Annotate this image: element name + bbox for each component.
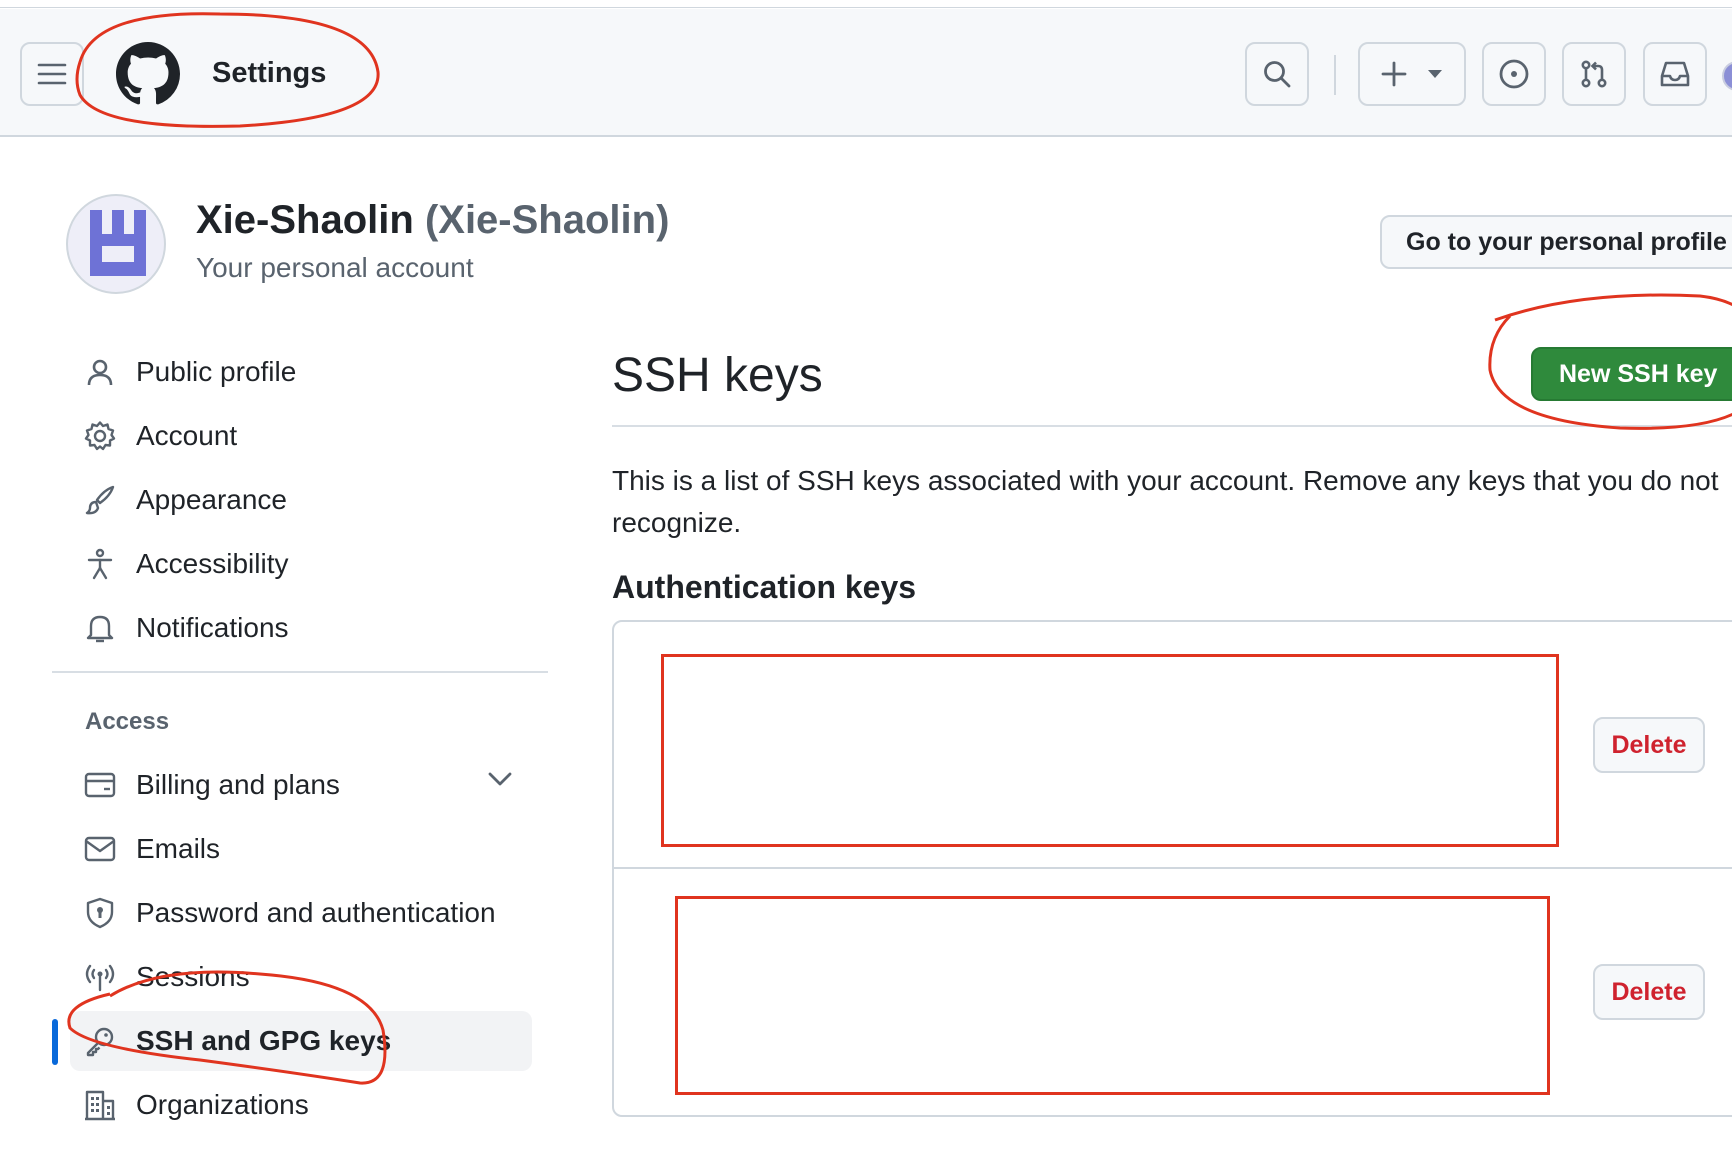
search-button[interactable] bbox=[1245, 42, 1309, 106]
organization-icon bbox=[82, 1087, 118, 1123]
git-pull-request-icon bbox=[1581, 60, 1607, 88]
pull-requests-button[interactable] bbox=[1562, 42, 1626, 106]
inbox-button[interactable] bbox=[1643, 42, 1707, 106]
sidebar-item-accessibility[interactable]: Accessibility bbox=[70, 534, 532, 594]
sidebar-item-label: Sessions bbox=[136, 961, 250, 992]
issues-button[interactable] bbox=[1482, 42, 1546, 106]
sidebar-item-label: Accessibility bbox=[136, 548, 289, 579]
sidebar-item-notifications[interactable]: Notifications bbox=[70, 598, 532, 658]
header-avatar[interactable] bbox=[1722, 61, 1732, 91]
person-icon bbox=[82, 354, 118, 390]
sidebar-item-label: Public profile bbox=[136, 356, 297, 387]
delete-key-button[interactable]: Delete bbox=[1593, 717, 1705, 773]
mail-icon bbox=[82, 831, 118, 867]
sidebar-item-organizations[interactable]: Organizations bbox=[70, 1075, 532, 1135]
key-icon bbox=[82, 1023, 118, 1059]
open-menu-button[interactable] bbox=[20, 42, 84, 106]
redacted-key-details bbox=[675, 896, 1550, 1095]
sidebar-item-label: Billing and plans bbox=[136, 769, 340, 800]
bell-icon bbox=[82, 610, 118, 646]
active-indicator bbox=[52, 1019, 58, 1065]
user-display-name[interactable]: Xie-Shaolin (Xie-Shaolin) bbox=[196, 198, 669, 243]
issue-opened-icon bbox=[1499, 59, 1529, 89]
sidebar-item-label: Notifications bbox=[136, 612, 289, 643]
hamburger-menu-icon bbox=[37, 63, 67, 85]
chevron-down-icon[interactable] bbox=[486, 770, 514, 788]
delete-key-button[interactable]: Delete bbox=[1593, 964, 1705, 1020]
paintbrush-icon bbox=[82, 482, 118, 518]
plus-icon bbox=[1381, 61, 1407, 87]
inbox-icon bbox=[1660, 61, 1690, 87]
sidebar-item-ssh-and-gpg-keys[interactable]: SSH and GPG keys bbox=[70, 1011, 532, 1071]
global-header: Settings bbox=[0, 9, 1732, 137]
sidebar-item-public-profile[interactable]: Public profile bbox=[70, 342, 532, 402]
identicon-icon bbox=[90, 210, 146, 276]
title-divider bbox=[612, 425, 1732, 427]
user-name-text: Xie-Shaolin bbox=[196, 198, 414, 242]
sidebar-item-label: Appearance bbox=[136, 484, 288, 515]
window-top-edge bbox=[0, 0, 1732, 8]
shield-lock-icon bbox=[82, 895, 118, 931]
sidebar-item-label: Account bbox=[136, 420, 238, 451]
sidebar-item-sessions[interactable]: Sessions bbox=[70, 947, 532, 1007]
sidebar-item-billing[interactable]: Billing and plans bbox=[70, 755, 532, 815]
sidebar-item-label: Organizations bbox=[136, 1089, 309, 1120]
sidebar-item-account[interactable]: Account bbox=[70, 406, 532, 466]
broadcast-icon bbox=[82, 959, 118, 995]
gear-icon bbox=[82, 418, 118, 454]
sidebar-item-label: Emails bbox=[136, 833, 221, 864]
page-title: SSH keys bbox=[612, 349, 823, 402]
sidebar-item-appearance[interactable]: Appearance bbox=[70, 470, 532, 530]
header-divider bbox=[1334, 55, 1336, 95]
go-to-profile-button[interactable]: Go to your personal profile bbox=[1380, 215, 1732, 269]
user-avatar[interactable] bbox=[66, 194, 166, 294]
key-row-divider bbox=[614, 867, 1732, 869]
user-login-text: (Xie-Shaolin) bbox=[424, 198, 670, 242]
github-logo-icon[interactable] bbox=[116, 42, 180, 106]
account-type-label: Your personal account bbox=[196, 252, 474, 283]
accessibility-icon bbox=[82, 546, 118, 582]
header-title[interactable]: Settings bbox=[212, 57, 326, 90]
sidebar-section-heading: Access bbox=[85, 708, 170, 735]
create-new-button[interactable] bbox=[1358, 42, 1466, 106]
search-icon bbox=[1264, 61, 1291, 88]
credit-card-icon bbox=[82, 767, 118, 803]
sidebar-item-emails[interactable]: Emails bbox=[70, 819, 532, 879]
triangle-down-icon bbox=[1428, 70, 1442, 78]
sidebar-item-label: Password and authentication bbox=[136, 897, 496, 928]
ssh-keys-description: This is a list of SSH keys associated wi… bbox=[612, 465, 1719, 538]
new-ssh-key-button[interactable]: New SSH key bbox=[1531, 347, 1732, 401]
redacted-key-details bbox=[661, 654, 1559, 847]
sidebar-item-password-and-authentication[interactable]: Password and authentication bbox=[70, 883, 532, 943]
sidebar-divider bbox=[52, 671, 548, 673]
sidebar-item-label: SSH and GPG keys bbox=[136, 1025, 392, 1056]
section-title: Authentication keys bbox=[612, 569, 917, 605]
